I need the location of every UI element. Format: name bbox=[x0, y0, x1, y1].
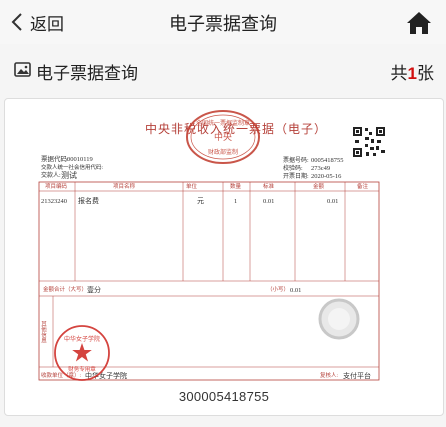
row-unit: 元 bbox=[197, 197, 204, 205]
header-qty: 数量 bbox=[230, 182, 242, 190]
stamp-bottom-text: 财务专用章 bbox=[68, 365, 96, 373]
loading-spinner-icon bbox=[318, 298, 360, 340]
page-title: 电子票据查询 bbox=[169, 14, 277, 34]
row-code: 21323240 bbox=[41, 198, 67, 205]
check-label: 校验码: bbox=[283, 164, 303, 172]
payer-label: 交款人: bbox=[41, 171, 61, 179]
supervision-seal-icon: 全国统一票据监制章 中央 财政部监制 bbox=[186, 110, 260, 164]
row-std: 0.01 bbox=[263, 198, 274, 205]
reviewer-value: 支付平台 bbox=[343, 371, 371, 380]
count-number: 1 bbox=[407, 64, 417, 83]
code-label: 票据代码: bbox=[41, 154, 69, 163]
date-label: 开票日期: bbox=[283, 172, 309, 180]
seal-center-text: 中央 bbox=[214, 131, 232, 142]
invoice-number-bottom: 300005418755 bbox=[178, 389, 270, 404]
payee-stamp-icon: 中华女子学院 财务专用章 bbox=[54, 325, 110, 381]
seal-top-text: 全国统一票据监制章 bbox=[196, 119, 250, 127]
invoice-card[interactable]: 中央非税收入统一票据（电子） 票据代码: 00010119 交款人统一社会信用代… bbox=[4, 98, 444, 416]
header-unit: 单位 bbox=[186, 182, 198, 190]
header-amount: 金额 bbox=[313, 182, 325, 190]
total-small-label: （小写） bbox=[267, 285, 289, 293]
section-title: 电子票据查询 bbox=[36, 64, 138, 83]
number-label: 票据号码: bbox=[283, 156, 309, 164]
check-code: 273c49 bbox=[311, 165, 330, 172]
table-row: 21323240 报名费 元 1 0.01 0.01 bbox=[41, 196, 338, 205]
header-name: 项目名称 bbox=[113, 182, 136, 190]
invoice-number: 0005418755 bbox=[311, 157, 344, 164]
invoice-count: 共1张 bbox=[391, 59, 434, 84]
header-std: 标准 bbox=[263, 182, 275, 190]
payer-id-label: 交款人统一社会信用代码: bbox=[41, 163, 104, 171]
invoice-date: 2020-05-16 bbox=[311, 173, 342, 180]
row-amount: 0.01 bbox=[327, 198, 338, 205]
table-header: 项目编码 项目名称 单位 数量 标准 金额 备注 bbox=[45, 182, 369, 190]
header-remark: 备注 bbox=[357, 182, 369, 190]
total-small: 0.01 bbox=[290, 287, 301, 294]
other-info-label: 其他信息 bbox=[40, 320, 47, 344]
section-header: 电子票据查询 共1张 bbox=[0, 48, 446, 92]
row-qty: 1 bbox=[234, 198, 237, 205]
seal-bottom-text: 财政部监制 bbox=[208, 148, 238, 156]
stamp-top-text: 中华女子学院 bbox=[64, 335, 100, 343]
invoice-code: 00010119 bbox=[67, 156, 93, 163]
total-upper: 壹分 bbox=[87, 285, 101, 294]
navigation-bar: 返回 电子票据查询 bbox=[0, 0, 446, 44]
reviewer-label: 复核人: bbox=[320, 371, 339, 379]
count-suffix: 张 bbox=[417, 64, 434, 83]
row-name: 报名费 bbox=[78, 196, 99, 205]
header-code: 项目编码 bbox=[45, 182, 68, 190]
count-prefix: 共 bbox=[390, 64, 408, 83]
payer-value: 测试 bbox=[61, 170, 77, 180]
image-icon bbox=[14, 62, 31, 77]
invoice-image: 中央非税收入统一票据（电子） 票据代码: 00010119 交款人统一社会信用代… bbox=[38, 110, 385, 381]
total-label: 金额合计（大写） bbox=[43, 285, 87, 293]
qr-code-icon bbox=[353, 127, 385, 157]
home-icon[interactable] bbox=[406, 11, 432, 35]
